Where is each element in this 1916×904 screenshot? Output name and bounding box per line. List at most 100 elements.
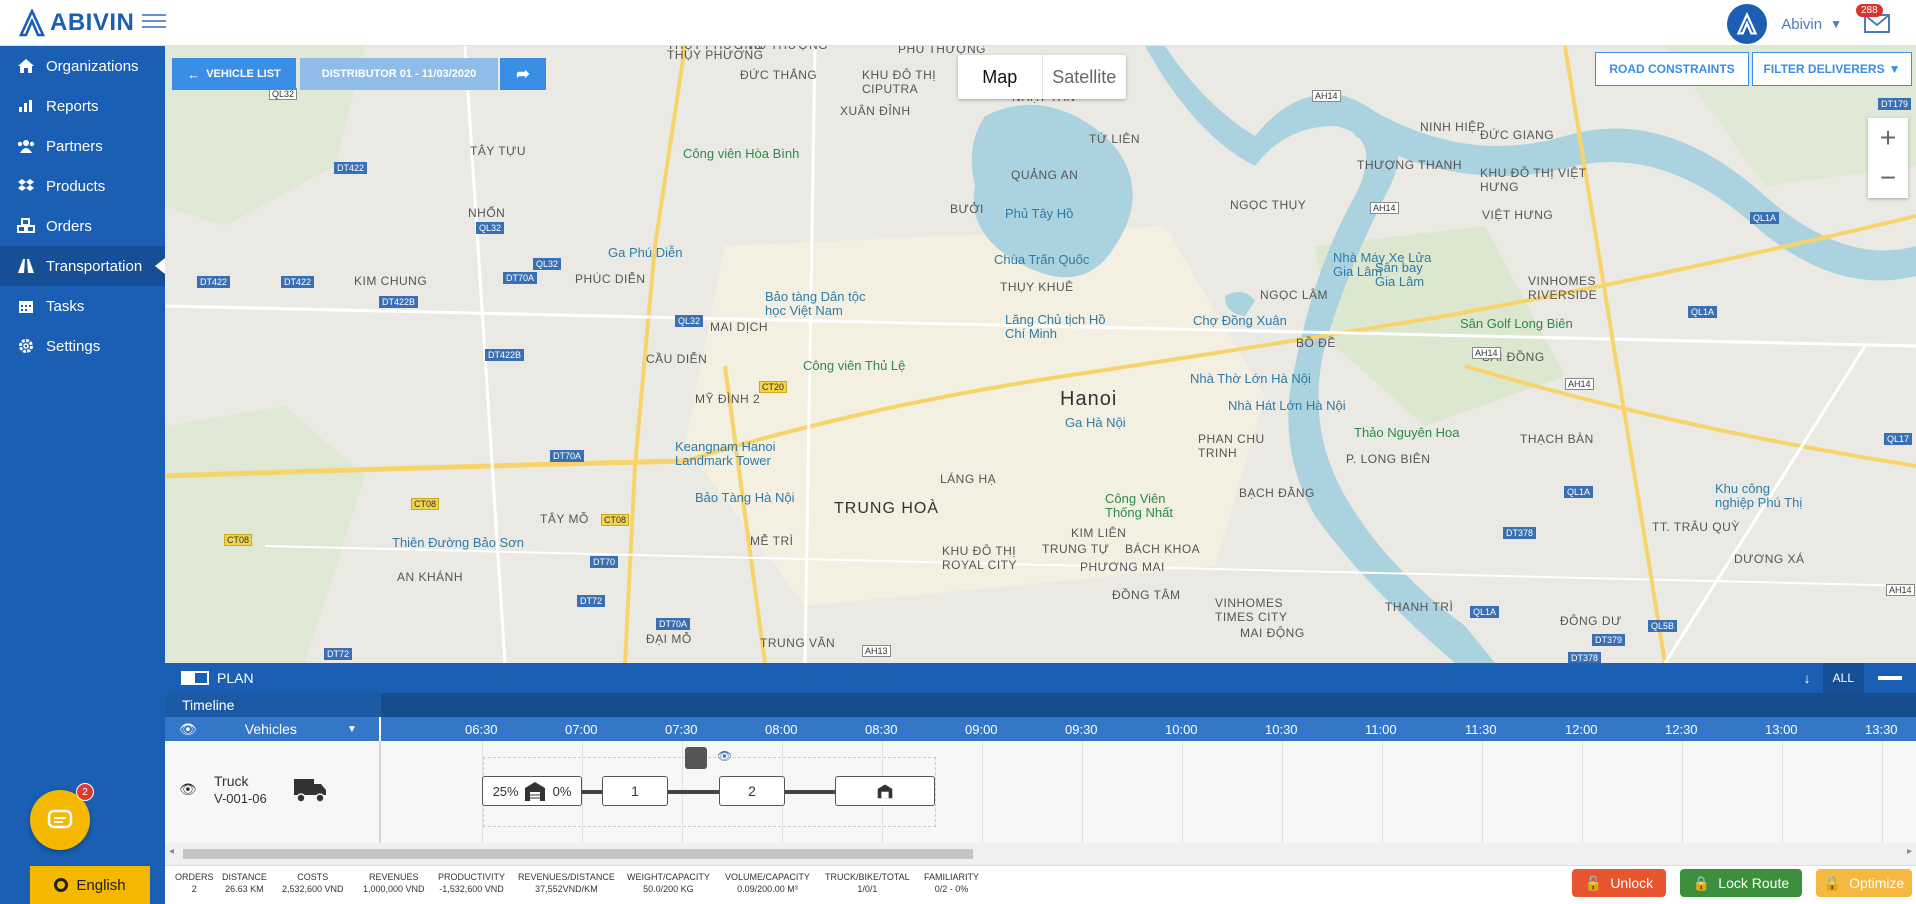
eye-icon[interactable]: 👁 — [717, 749, 732, 763]
eye-icon[interactable]: 👁 — [179, 721, 197, 738]
map-label: Bảo Tàng Hà Nội — [695, 490, 795, 505]
map-label: Khu công nghiệp Phú Thị — [1715, 481, 1803, 510]
warehouse-icon — [524, 782, 545, 801]
zoom-in-button[interactable]: + — [1868, 118, 1908, 158]
scroll-left-icon[interactable]: ◂ — [169, 846, 174, 857]
map-label: Thiên Đường Bảo Sơn — [392, 535, 524, 550]
nav-item-organizations[interactable]: Organizations — [0, 46, 165, 86]
map-label: NGỌC THỤY — [1230, 198, 1307, 212]
all-button[interactable]: ALL — [1822, 663, 1864, 693]
map-label: Công viên Thủ Lệ — [803, 358, 906, 373]
road-icon — [16, 258, 36, 274]
dropbox-icon — [16, 178, 36, 194]
avatar[interactable] — [1727, 4, 1768, 44]
scroll-right-icon[interactable]: ▸ — [1907, 846, 1912, 857]
zoom-out-button[interactable]: − — [1868, 158, 1908, 198]
map-label: BỒ ĐỀ — [1296, 336, 1336, 350]
optimize-label: Optimize — [1849, 875, 1905, 891]
nav-label: Settings — [46, 337, 101, 355]
time-tick: 13:00 — [1765, 721, 1798, 737]
arrow-down-icon[interactable]: ↓ — [1804, 670, 1811, 686]
user-name[interactable]: Abivin — [1781, 16, 1822, 33]
unlock-button[interactable]: 🔓 Unlock — [1572, 869, 1666, 897]
map-tab[interactable]: Map — [958, 55, 1043, 99]
abivin-logo-icon — [18, 9, 46, 37]
road-shield: CT08 — [601, 514, 630, 526]
all-label: ALL — [1832, 671, 1854, 685]
nav-item-transportation[interactable]: Transportation — [0, 246, 165, 286]
plan-bar: PLAN ↓ ALL — [165, 663, 1916, 693]
map-label: DƯƠNG XÁ — [1734, 552, 1805, 566]
time-tick: 12:00 — [1565, 721, 1598, 737]
nav-item-products[interactable]: Products — [0, 166, 165, 206]
depot-end[interactable] — [835, 776, 935, 806]
filter-deliverers-button[interactable]: FILTER DELIVERERS ▼ — [1752, 52, 1912, 86]
map-label: Nhà Hát Lớn Hà Nội — [1228, 398, 1346, 413]
brand-logo[interactable]: ABIVIN — [18, 6, 134, 40]
road-shield: QL32 — [675, 315, 704, 327]
vehicles-select[interactable]: 👁 Vehicles ▼ — [165, 717, 381, 741]
stop-1[interactable]: 1 — [602, 776, 668, 806]
stat-revenues: REVENUES 1,000,000 VND — [363, 872, 425, 894]
lock-icon: 🔒 — [1692, 874, 1711, 891]
road-shield: DT422B — [379, 296, 419, 308]
stop-2[interactable]: 2 — [719, 776, 785, 806]
map-label: TỨ LIÊN — [1089, 132, 1141, 146]
map-label: Bảo tàng Dân tộc học Việt Nam — [765, 289, 866, 318]
map-label: THẠCH BÀN — [1520, 432, 1594, 446]
nav-item-tasks[interactable]: Tasks — [0, 286, 165, 326]
nav-item-orders[interactable]: Orders — [0, 206, 165, 246]
share-arrow-icon: ➦ — [516, 66, 530, 83]
eye-icon[interactable]: 👁 — [179, 781, 197, 798]
road-shield: QL32 — [476, 222, 505, 234]
stat-weight-capacity: WEIGHT/CAPACITY 50.0/200 KG — [627, 872, 710, 894]
horizontal-scrollbar[interactable]: ◂ ▸ — [165, 843, 1916, 865]
vehicle-list-button[interactable]: ← VEHICLE LIST — [172, 58, 296, 90]
language-button[interactable]: English — [30, 866, 150, 904]
map-label-district: TRUNG HOÀ — [834, 500, 939, 517]
map-label: THỤY KHUÊ — [1000, 280, 1074, 294]
satellite-tab[interactable]: Satellite — [1043, 55, 1127, 99]
map-label: NHỔN — [468, 206, 506, 220]
nav-item-reports[interactable]: Reports — [0, 86, 165, 126]
filter-deliverers-label: FILTER DELIVERERS — [1763, 62, 1885, 76]
road-shield: DT70A — [550, 450, 585, 462]
map-label: BƯỞI — [950, 202, 984, 216]
truck-icon — [294, 779, 326, 803]
mail-icon[interactable]: 288 — [1856, 4, 1892, 36]
collapse-icon[interactable] — [1878, 676, 1902, 680]
map-label: TRUNG VĂN — [760, 636, 836, 650]
nav-item-settings[interactable]: Settings — [0, 326, 165, 366]
road-shield: DT378 — [1503, 527, 1537, 539]
optimize-icon: 🔒 — [1823, 874, 1842, 891]
chevron-down-icon[interactable]: ▼ — [1830, 17, 1842, 31]
driver-avatar[interactable] — [685, 747, 707, 769]
road-shield: CT08 — [411, 498, 440, 510]
map-label: AN KHÁNH — [397, 570, 464, 584]
time-tick: 11:30 — [1465, 721, 1497, 737]
optimize-button[interactable]: 🔒 Optimize — [1816, 869, 1912, 897]
lock-route-button[interactable]: 🔒 Lock Route — [1680, 869, 1802, 897]
share-button[interactable]: ➦ — [500, 58, 546, 90]
map-label: ĐỨC GIANG — [1480, 128, 1555, 142]
start-load-pct: 25% — [492, 783, 519, 799]
depot-start[interactable]: 25% 0% — [482, 776, 582, 806]
map-label: KHU ĐÔ THỊ CIPUTRA — [862, 68, 937, 96]
map-label: Chùa Trấn Quốc — [994, 252, 1090, 267]
map-label: VIỆT HƯNG — [1482, 208, 1554, 222]
map-label: XUÂN ĐỈNH — [840, 104, 911, 118]
map-type-toggle: Map Satellite — [958, 55, 1126, 99]
map-label: KIM CHUNG — [354, 274, 428, 288]
road-shield: AH14 — [1886, 584, 1915, 596]
map-label: KHU ĐÔ THỊ ROYAL CITY — [942, 544, 1018, 572]
menu-toggle-icon[interactable] — [142, 10, 166, 30]
map-label: PHAN CHU TRINH — [1198, 432, 1265, 460]
road-constraints-button[interactable]: ROAD CONSTRAINTS — [1595, 52, 1749, 86]
map-label: NINH HIỆP — [1420, 120, 1486, 134]
nav-item-partners[interactable]: Partners — [0, 126, 165, 166]
panel-toggle-icon[interactable] — [181, 671, 209, 685]
vehicle-row-header[interactable]: 👁 Truck V-001-06 — [165, 741, 381, 843]
time-tick: 10:00 — [1165, 721, 1198, 737]
scroll-thumb[interactable] — [183, 849, 973, 859]
distributor-select[interactable]: DISTRIBUTOR 01 - 11/03/2020 — [300, 58, 498, 90]
